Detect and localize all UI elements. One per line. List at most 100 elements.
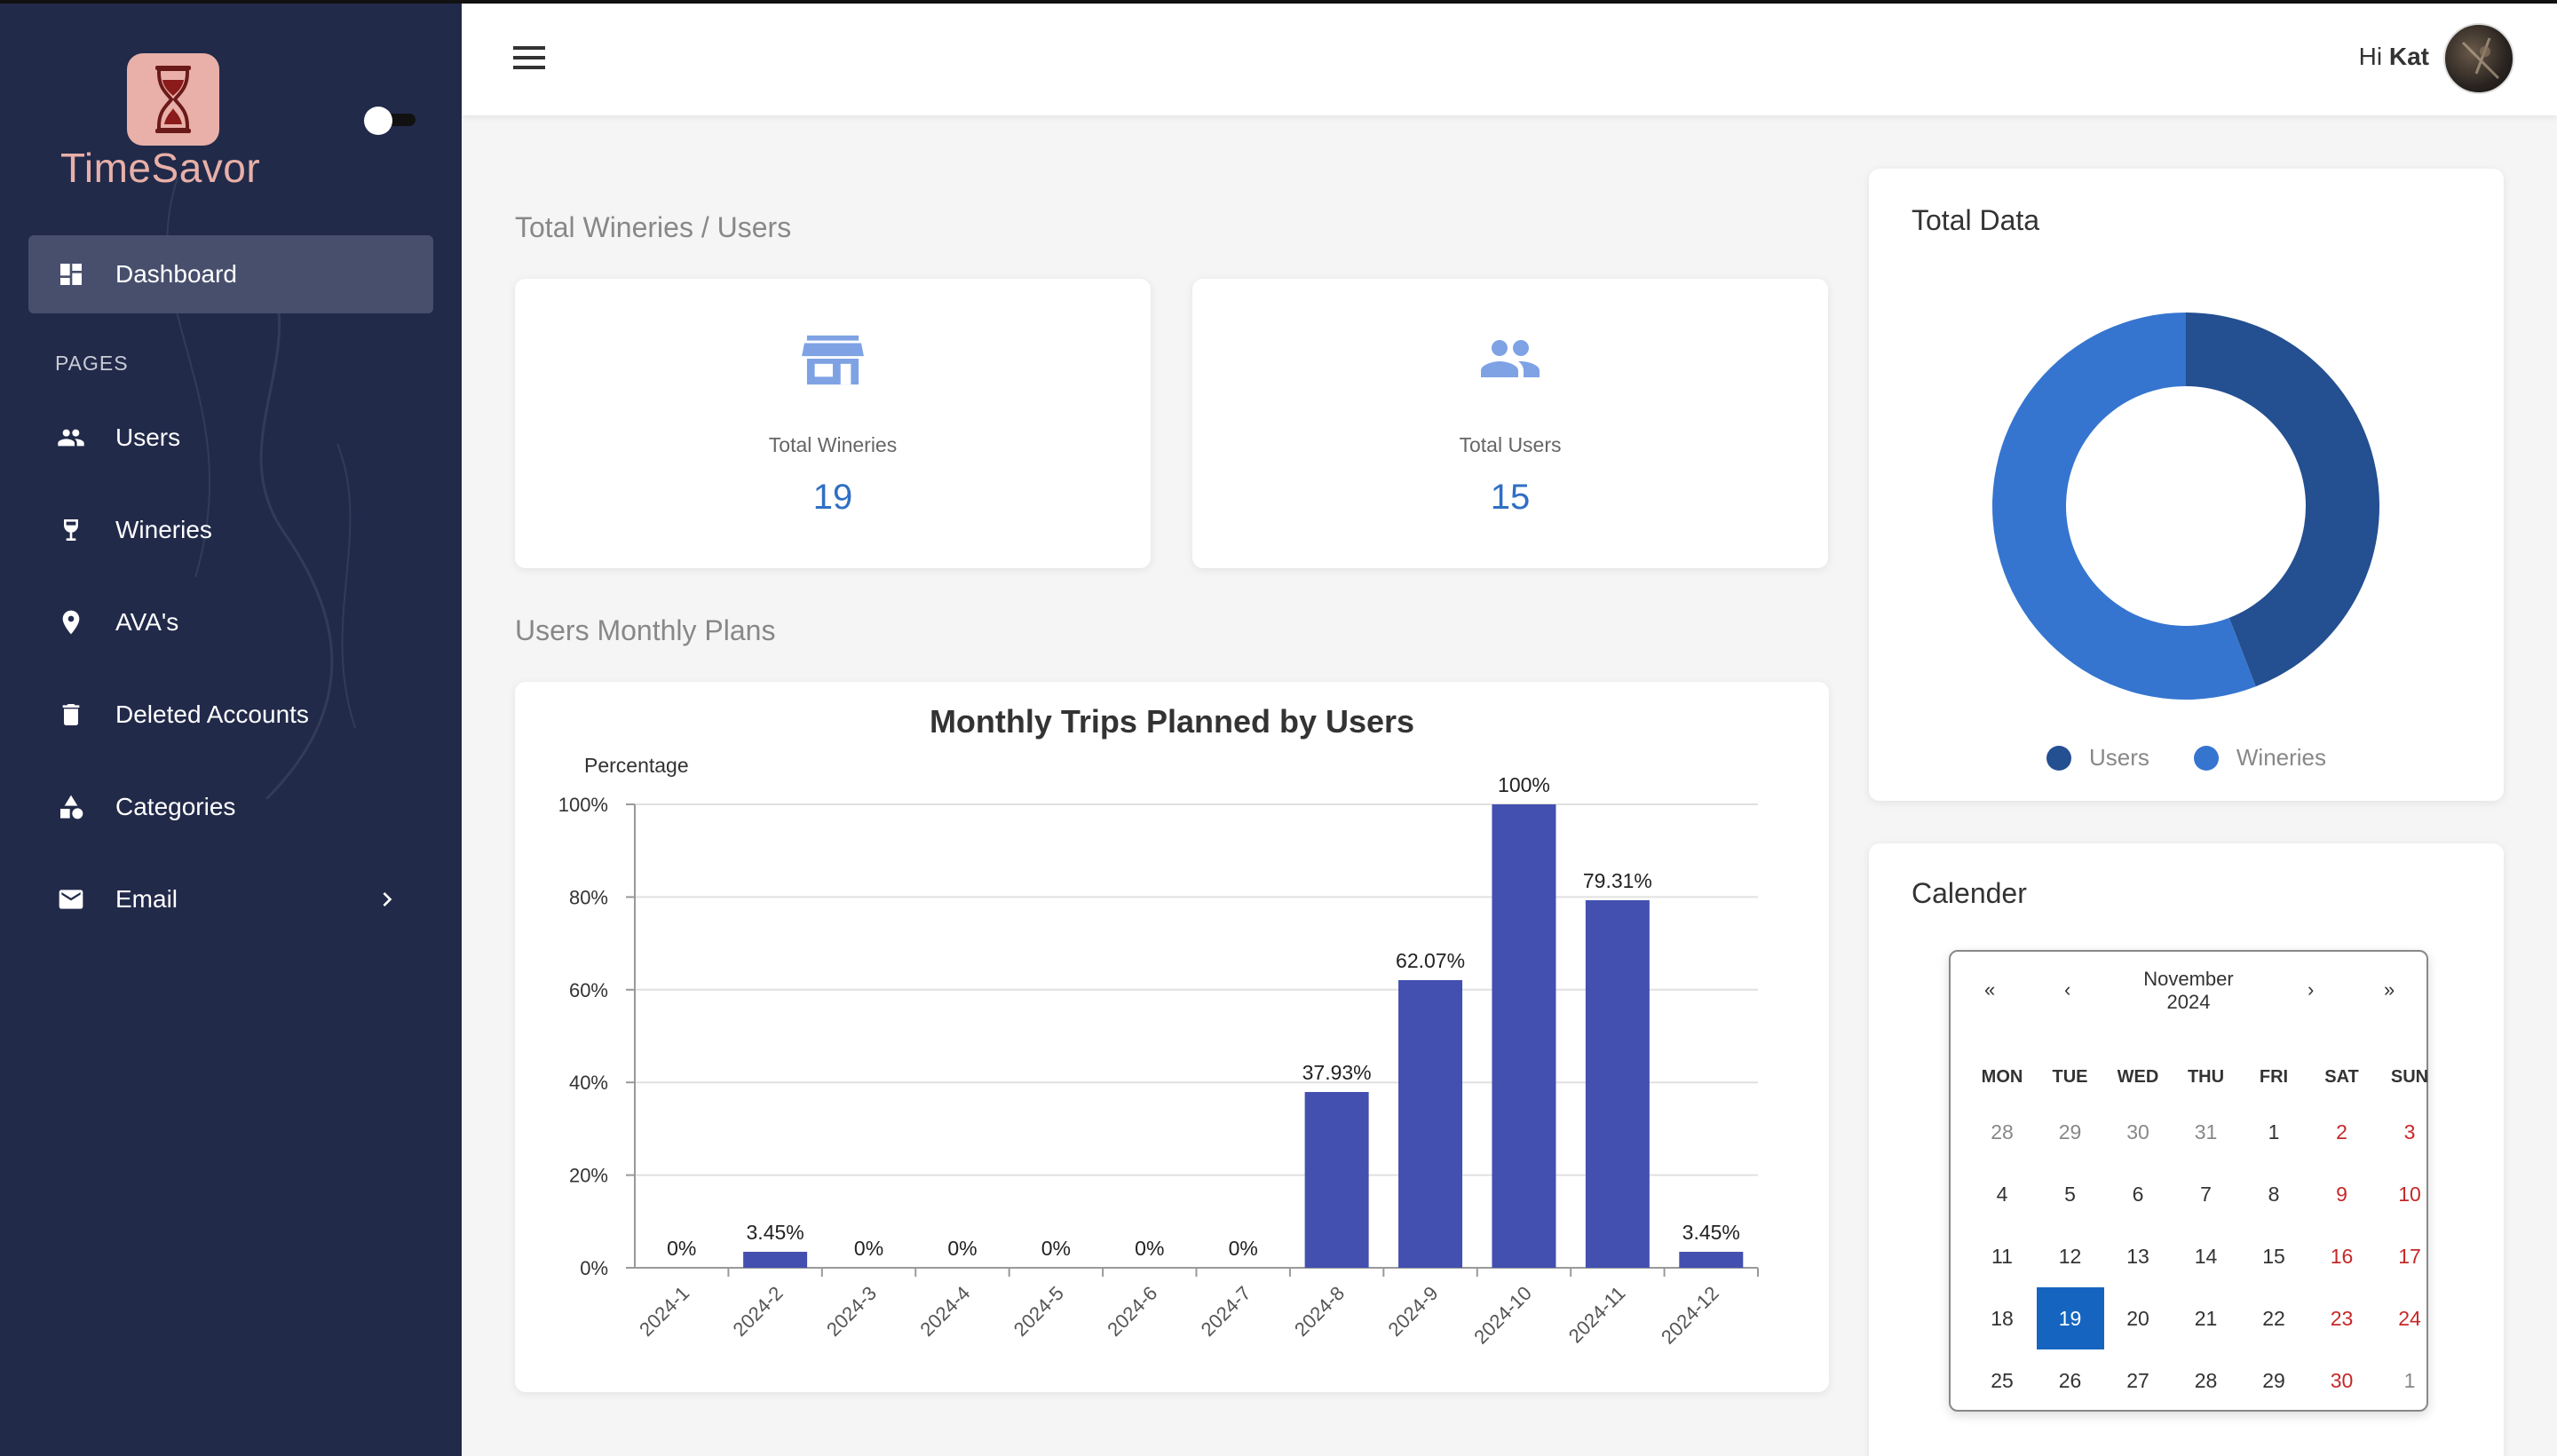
x-tick-label: 2024-2 [729,1282,788,1341]
calendar-day[interactable]: 24 [2376,1287,2443,1349]
calendar-day[interactable]: 7 [2173,1163,2240,1225]
weekday-header: THU [2187,1067,2225,1087]
calendar-day[interactable]: 4 [1968,1163,2036,1225]
x-tick-label: 2024-1 [635,1282,693,1341]
x-tick-label: 2024-12 [1657,1282,1723,1349]
bar-data-label: 3.45% [747,1221,804,1244]
weekday-header: SUN [2390,1067,2429,1087]
calendar-day[interactable]: 31 [2173,1101,2240,1163]
calendar-day[interactable]: 11 [1968,1225,2036,1287]
sidebar: TimeSavor Dashboard PAGES Users Wineries… [0,0,462,1456]
calendar-day[interactable]: 1 [2240,1101,2308,1163]
calendar-day[interactable]: 21 [2173,1287,2240,1349]
x-tick-label: 2024-10 [1469,1282,1536,1349]
calendar-day[interactable]: 30 [2308,1349,2376,1412]
calendar-day[interactable]: 8 [2240,1163,2308,1225]
toggle-knob [364,107,392,135]
bar[interactable] [743,1251,808,1268]
total-users-value: 15 [1490,478,1531,517]
calendar-month-label[interactable]: November 2024 [1951,968,2426,1014]
sidebar-item-users[interactable]: Users [28,399,433,477]
bar-data-label: 0% [1135,1237,1164,1260]
bar-data-label: 0% [667,1237,696,1260]
calendar-day[interactable]: 2 [2308,1101,2376,1163]
total-data-card: Total Data Users Wineries [1869,169,2504,801]
calendar-day[interactable]: 12 [2037,1225,2104,1287]
calendar-day[interactable]: 17 [2376,1225,2443,1287]
calendar-day[interactable]: 6 [2104,1163,2172,1225]
pages-section-label: PAGES [55,352,129,375]
calendar-day[interactable]: 10 [2376,1163,2443,1225]
sidebar-item-wineries[interactable]: Wineries [28,491,433,569]
plans-section-title: Users Monthly Plans [515,614,776,646]
calendar-day[interactable]: 29 [2240,1349,2308,1412]
y-axis-label: Percentage [584,754,689,777]
bar[interactable] [1679,1251,1744,1268]
hamburger-menu-icon[interactable] [511,43,547,73]
calendar-day[interactable]: 20 [2104,1287,2172,1349]
calendar-day[interactable]: 26 [2037,1349,2104,1412]
calendar-day[interactable]: 28 [1968,1101,2036,1163]
calendar-year: 2024 [2166,991,2211,1013]
total-users-label: Total Users [1459,433,1562,456]
bar[interactable] [1492,804,1556,1268]
donut-legend: Users Wineries [1869,744,2504,772]
mail-icon [59,890,83,909]
x-tick-label: 2024-9 [1383,1282,1442,1341]
calendar-day[interactable]: 25 [1968,1349,2036,1412]
legend-dot [2046,745,2071,771]
next-year-button[interactable]: » [2384,978,2395,1001]
dashboard-icon [60,264,82,285]
logo-icon[interactable] [127,53,219,146]
chevron-right-icon[interactable] [373,885,401,914]
sidebar-item-avas[interactable]: AVA's [28,583,433,661]
bar-data-label: 100% [1498,773,1550,796]
bar-data-label: 37.93% [1302,1061,1372,1084]
user-greeting: Hi Kat [2359,43,2429,71]
calendar-day[interactable]: 5 [2037,1163,2104,1225]
calendar-day[interactable]: 13 [2104,1225,2172,1287]
sidebar-item-label: Users [115,423,181,451]
calendar-day[interactable]: 28 [2173,1349,2240,1412]
calendar-day[interactable]: 9 [2308,1163,2376,1225]
app-name: TimeSavor [60,145,261,191]
sidebar-item-email[interactable]: Email [28,860,433,938]
calendar-day[interactable]: 30 [2104,1101,2172,1163]
calendar-day[interactable]: 18 [1968,1287,2036,1349]
calendar-day[interactable]: 29 [2037,1101,2104,1163]
calendar-day[interactable]: 27 [2104,1349,2172,1412]
y-tick-label: 60% [569,979,608,1001]
top-header: Hi Kat [462,0,2557,115]
weekday-header: TUE [2052,1067,2088,1087]
sidebar-item-deleted-accounts[interactable]: Deleted Accounts [28,676,433,754]
calendar-day[interactable]: 1 [2376,1349,2443,1412]
calendar-day[interactable]: 3 [2376,1101,2443,1163]
next-month-button[interactable]: › [2308,978,2314,1001]
bar[interactable] [1585,900,1650,1268]
theme-toggle[interactable] [364,107,417,135]
sidebar-item-dashboard[interactable]: Dashboard [28,235,433,313]
bar[interactable] [1304,1092,1369,1268]
legend-item-wineries[interactable]: Wineries [2193,744,2326,772]
x-tick-label: 2024-11 [1564,1282,1630,1348]
calendar-day[interactable]: 16 [2308,1225,2376,1287]
total-wineries-card: Total Wineries 19 [515,279,1151,568]
sidebar-item-categories[interactable]: Categories [28,768,433,846]
calendar-day[interactable]: 22 [2240,1287,2308,1349]
location-pin-icon [62,610,80,635]
sidebar-item-label: Email [115,885,178,913]
bar-data-label: 79.31% [1583,869,1652,892]
trash-icon [62,704,80,725]
calendar-day[interactable]: 14 [2173,1225,2240,1287]
calendar-day[interactable]: 15 [2240,1225,2308,1287]
calendar-day[interactable]: 23 [2308,1287,2376,1349]
x-tick-label: 2024-8 [1290,1282,1349,1341]
calendar-day[interactable]: 19 [2036,1287,2104,1349]
shapes-icon [60,795,83,819]
sidebar-item-label: Dashboard [115,260,237,288]
store-icon [802,335,864,385]
legend-item-users[interactable]: Users [2046,744,2149,772]
avatar[interactable] [2443,23,2514,94]
sidebar-item-label: Deleted Accounts [115,700,309,728]
bar[interactable] [1398,979,1463,1268]
